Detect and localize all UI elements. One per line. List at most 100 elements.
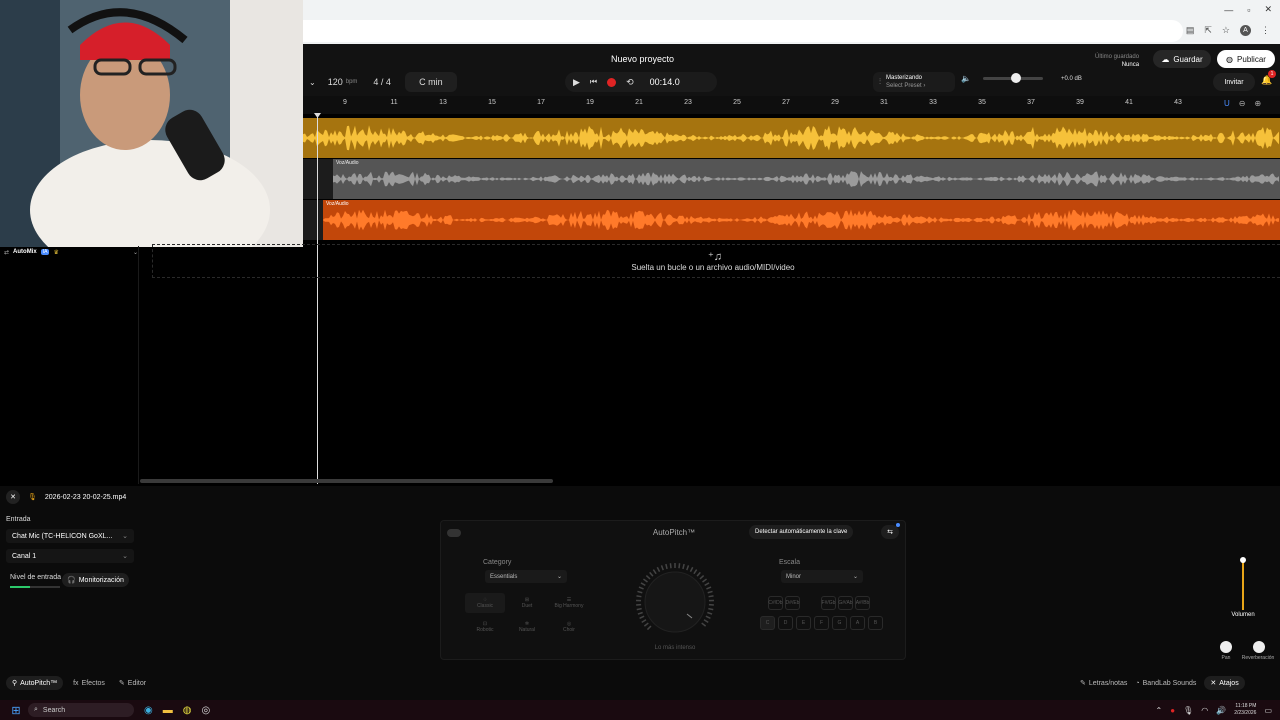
- master-volume-slider[interactable]: [982, 73, 1043, 83]
- note-f[interactable]: F: [814, 616, 829, 630]
- note-g[interactable]: G: [832, 616, 847, 630]
- category-select[interactable]: Essentials ⌄: [485, 570, 567, 583]
- app-tray-icon[interactable]: ●: [1170, 706, 1175, 715]
- horizontal-scrollbar[interactable]: [140, 479, 553, 483]
- close-panel-icon[interactable]: ✕: [6, 490, 20, 504]
- timeline-ruler[interactable]: 9 11 13 15 17 19 21 23 25 27 29 31 33 35 37 39 41 43: [303, 96, 1280, 114]
- note-fsharp[interactable]: F#/Gb: [821, 596, 836, 610]
- drop-zone[interactable]: ⁺♫ Suelta un bucle o un archivo audio/MI…: [152, 244, 1280, 278]
- profile-avatar-icon[interactable]: A: [1240, 25, 1251, 36]
- note-c[interactable]: C: [760, 616, 775, 630]
- volume-fader-thumb[interactable]: [1240, 557, 1246, 563]
- track-3[interactable]: Voz/Audio: [303, 200, 1280, 240]
- minimize-icon[interactable]: —: [1224, 5, 1233, 15]
- note-d[interactable]: D: [778, 616, 793, 630]
- note-a[interactable]: A: [850, 616, 865, 630]
- time-signature[interactable]: 4 / 4: [373, 77, 391, 87]
- taskbar-search[interactable]: ⌕ Search: [28, 703, 134, 717]
- play-icon[interactable]: ▶: [573, 77, 580, 88]
- invite-button[interactable]: Invitar: [1213, 73, 1255, 91]
- zoom-in-icon[interactable]: ⊕: [1254, 99, 1261, 108]
- tray-chevron-icon[interactable]: ⌃: [1156, 706, 1163, 715]
- install-app-icon[interactable]: ▤: [1186, 25, 1195, 36]
- save-button[interactable]: ☁ Guardar: [1153, 50, 1211, 68]
- track-2-clip[interactable]: Voz/Audio: [333, 159, 1280, 199]
- preset-robotic[interactable]: ⊡ Robotic: [465, 617, 505, 637]
- tempo-control[interactable]: 120 bpm: [328, 77, 358, 87]
- note-b[interactable]: B: [868, 616, 883, 630]
- settings-sliders-icon[interactable]: ⇆: [881, 525, 899, 539]
- pan-knob[interactable]: [1220, 641, 1232, 653]
- browser-menu-icon[interactable]: ⋮: [1261, 25, 1270, 36]
- tab-sounds[interactable]: ◔ BandLab Sounds: [1135, 680, 1196, 687]
- volume-fader[interactable]: [1228, 540, 1258, 610]
- preset-big-harmony[interactable]: ☰ Big Harmony: [549, 593, 589, 613]
- note-dsharp[interactable]: D#/Eb: [785, 596, 800, 610]
- address-bar[interactable]: [303, 20, 1183, 42]
- loop-icon[interactable]: ⟲: [626, 77, 634, 88]
- maximize-icon[interactable]: ▫: [1247, 5, 1250, 15]
- windows-start-icon[interactable]: ⊞: [10, 704, 22, 717]
- knob-tick: [641, 619, 647, 624]
- ruler-tick: 27: [782, 99, 790, 106]
- volume-tray-icon[interactable]: 🔊: [1216, 706, 1226, 715]
- note-csharp[interactable]: C#/Db: [768, 596, 783, 610]
- preset-classic[interactable]: ♢ Classic: [465, 593, 505, 613]
- zoom-out-icon[interactable]: ⊖: [1239, 99, 1246, 108]
- bookmark-star-icon[interactable]: ☆: [1222, 25, 1230, 36]
- volume-slider-thumb[interactable]: [1010, 73, 1021, 83]
- track-2[interactable]: Voz/Audio: [303, 159, 1280, 199]
- project-title[interactable]: Nuevo proyecto: [611, 54, 674, 64]
- mic-tray-icon[interactable]: 🎙: [1183, 706, 1193, 715]
- notifications-bell-icon[interactable]: 🔔 1: [1261, 70, 1276, 86]
- webcam-image: [0, 0, 303, 247]
- tab-lyrics[interactable]: ✎ Letras/notas: [1080, 679, 1127, 688]
- tab-editor[interactable]: ✎ Editor: [115, 679, 150, 688]
- track-1[interactable]: [303, 118, 1280, 158]
- tab-shortcuts[interactable]: ✕ Atajos: [1204, 676, 1245, 690]
- edge-icon[interactable]: ◉: [144, 705, 153, 716]
- clock[interactable]: 11:18 PM 2/23/2026: [1234, 703, 1256, 717]
- magnet-snap-icon[interactable]: U: [1224, 99, 1230, 108]
- note-e[interactable]: E: [796, 616, 811, 630]
- mastering-button[interactable]: ⫶ Masterizando Select Preset ›: [873, 72, 955, 92]
- close-window-icon[interactable]: ✕: [1264, 4, 1272, 15]
- track-3-clip[interactable]: Voz/Audio: [323, 200, 1280, 240]
- preset-natural[interactable]: ✲ Natural: [507, 617, 547, 637]
- record-icon[interactable]: [607, 77, 617, 87]
- playhead[interactable]: [317, 114, 318, 484]
- key-selector[interactable]: C min: [404, 72, 457, 92]
- pencil-icon: ✎: [1080, 680, 1086, 687]
- scale-select[interactable]: Minor ⌄: [781, 570, 863, 583]
- obs-icon[interactable]: ◎: [201, 705, 210, 716]
- publish-button[interactable]: ◍ Publicar: [1217, 50, 1275, 68]
- chrome-icon[interactable]: ◍: [183, 705, 192, 716]
- intensity-knob[interactable]: [634, 561, 716, 643]
- volume-db: +0.0 dB: [1060, 75, 1082, 82]
- note-asharp[interactable]: A#/Bb: [855, 596, 870, 610]
- reverb-knob[interactable]: [1253, 641, 1265, 653]
- input-device-select[interactable]: Chat Mic (TC-HELICON GoXL... ⌄: [6, 529, 134, 543]
- folder-icon[interactable]: ▬: [163, 705, 173, 716]
- wifi-icon[interactable]: ◠: [1201, 706, 1208, 715]
- zoom-controls: U ⊖ ⊕: [1224, 99, 1261, 108]
- notification-center-icon[interactable]: ▭: [1264, 706, 1272, 715]
- automix-label[interactable]: AutoMix: [13, 249, 37, 255]
- monitoring-button[interactable]: 🎧 Monitorización: [62, 573, 129, 587]
- bpm-value: 120: [327, 77, 343, 87]
- tab-effects[interactable]: fx Efectos: [69, 680, 109, 687]
- channel-select[interactable]: Canal 1 ⌄: [6, 549, 134, 563]
- tab-autopitch[interactable]: ⚲ AutoPitch™: [6, 676, 64, 690]
- preset-duet[interactable]: ⊞ Duet: [507, 593, 547, 613]
- detect-key-button[interactable]: Detectar automáticamente la clave: [749, 525, 854, 539]
- note-gsharp[interactable]: G#/Ab: [838, 596, 853, 610]
- collapse-chevron-icon[interactable]: ⌄: [309, 78, 316, 87]
- clock-time: 11:18 PM: [1235, 703, 1257, 709]
- skip-back-icon[interactable]: ⏮: [590, 77, 597, 87]
- share-icon[interactable]: ⇱: [1204, 25, 1212, 36]
- knob-tick: [636, 595, 642, 598]
- ai-badge: IA: [40, 249, 50, 255]
- preset-choir[interactable]: ◎ Choir: [549, 617, 589, 637]
- bottom-right-tabs: ✎ Letras/notas ◔ BandLab Sounds ✕ Atajos: [1080, 676, 1245, 690]
- category-value: Essentials: [490, 573, 518, 580]
